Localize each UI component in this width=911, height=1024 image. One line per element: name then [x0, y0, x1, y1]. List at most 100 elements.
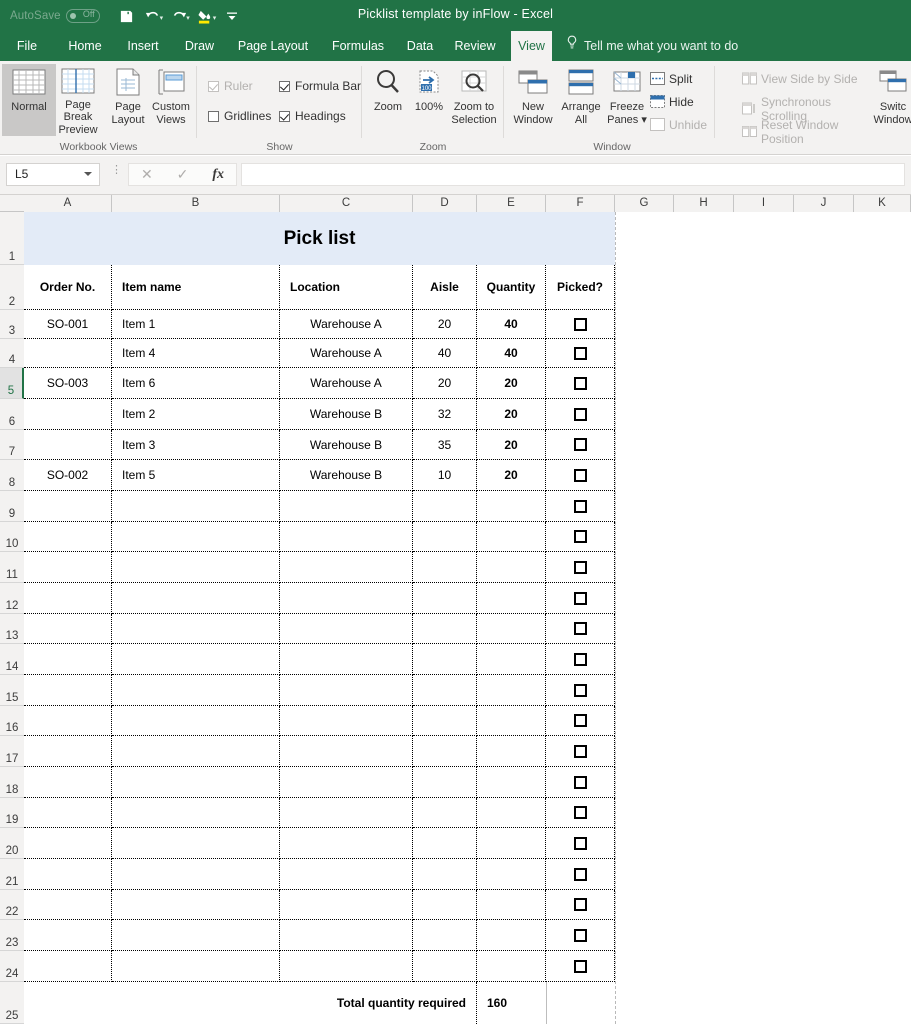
tab-insert[interactable]: Insert: [120, 31, 166, 61]
row-header-13[interactable]: 13: [0, 614, 24, 644]
cell-d5-aisle[interactable]: 20: [413, 368, 477, 399]
page-layout-button[interactable]: PageLayout: [106, 64, 150, 136]
cell-c10-location[interactable]: [280, 522, 413, 552]
picked-checkbox-icon[interactable]: [574, 960, 587, 973]
tab-data[interactable]: Data: [400, 31, 440, 61]
cell-a5-order[interactable]: SO-003: [24, 368, 112, 399]
cell-f5-picked[interactable]: [546, 368, 615, 399]
cell-header-order-no[interactable]: Order No.: [24, 265, 112, 310]
tab-home[interactable]: Home: [61, 31, 109, 61]
row-header-23[interactable]: 23: [0, 920, 24, 951]
column-header-k[interactable]: K: [854, 195, 911, 212]
cell-e7-qty[interactable]: 20: [477, 430, 546, 460]
cell-header-location[interactable]: Location: [280, 265, 413, 310]
cell-e3-qty[interactable]: 40: [477, 310, 546, 339]
row-header-24[interactable]: 24: [0, 951, 24, 982]
row-header-10[interactable]: 10: [0, 522, 24, 552]
picked-checkbox-icon[interactable]: [574, 806, 587, 819]
cell-f21-picked[interactable]: [546, 859, 615, 890]
row-header-21[interactable]: 21: [0, 859, 24, 890]
picked-checkbox-icon[interactable]: [574, 745, 587, 758]
cell-f18-picked[interactable]: [546, 767, 615, 798]
cell-c9-location[interactable]: [280, 491, 413, 522]
cell-f3-picked[interactable]: [546, 310, 615, 339]
gridlines-checkbox-row[interactable]: Gridlines: [208, 109, 271, 123]
tab-review[interactable]: Review: [447, 31, 503, 61]
cell-d4-aisle[interactable]: 40: [413, 339, 477, 368]
cell-f16-picked[interactable]: [546, 706, 615, 736]
page-break-preview-button[interactable]: Page BreakPreview: [50, 64, 106, 136]
cell-d9-aisle[interactable]: [413, 491, 477, 522]
picked-checkbox-icon[interactable]: [574, 653, 587, 666]
cell-e8-qty[interactable]: 20: [477, 460, 546, 491]
name-box[interactable]: L5: [6, 163, 100, 186]
cell-e22-qty[interactable]: [477, 890, 546, 920]
hide-button[interactable]: Hide: [650, 95, 694, 109]
cell-b7-item[interactable]: Item 3: [112, 430, 280, 460]
cell-d3-aisle[interactable]: 20: [413, 310, 477, 339]
cell-c14-location[interactable]: [280, 644, 413, 675]
cell-e12-qty[interactable]: [477, 583, 546, 614]
cell-b20-item[interactable]: [112, 828, 280, 859]
column-header-g[interactable]: G: [615, 195, 674, 212]
cell-d17-aisle[interactable]: [413, 736, 477, 767]
picked-checkbox-icon[interactable]: [574, 500, 587, 513]
row-header-11[interactable]: 11: [0, 552, 24, 583]
column-header-h[interactable]: H: [674, 195, 734, 212]
cell-e20-qty[interactable]: [477, 828, 546, 859]
cell-b12-item[interactable]: [112, 583, 280, 614]
cell-d24-aisle[interactable]: [413, 951, 477, 982]
picked-checkbox-icon[interactable]: [574, 622, 587, 635]
cell-a8-order[interactable]: SO-002: [24, 460, 112, 491]
cell-d18-aisle[interactable]: [413, 767, 477, 798]
headings-checkbox-row[interactable]: Headings: [279, 109, 346, 123]
column-header-a[interactable]: A: [24, 195, 112, 212]
cell-e4-qty[interactable]: 40: [477, 339, 546, 368]
picked-checkbox-icon[interactable]: [574, 318, 587, 331]
cell-e24-qty[interactable]: [477, 951, 546, 982]
cell-d7-aisle[interactable]: 35: [413, 430, 477, 460]
cell-d22-aisle[interactable]: [413, 890, 477, 920]
cell-b17-item[interactable]: [112, 736, 280, 767]
picked-checkbox-icon[interactable]: [574, 837, 587, 850]
row-header-7[interactable]: 7: [0, 430, 24, 460]
row-header-18[interactable]: 18: [0, 767, 24, 798]
cell-b4-item[interactable]: Item 4: [112, 339, 280, 368]
cell-f9-picked[interactable]: [546, 491, 615, 522]
row-header-25[interactable]: 25: [0, 982, 24, 1024]
freeze-panes-button[interactable]: FreezePanes ▾: [604, 64, 650, 136]
column-header-c[interactable]: C: [280, 195, 413, 212]
cell-a21-order[interactable]: [24, 859, 112, 890]
cell-a11-order[interactable]: [24, 552, 112, 583]
tab-draw[interactable]: Draw: [177, 31, 222, 61]
custom-views-button[interactable]: CustomViews: [148, 64, 194, 136]
column-header-e[interactable]: E: [477, 195, 546, 212]
tab-page-layout[interactable]: Page Layout: [231, 31, 315, 61]
cell-d19-aisle[interactable]: [413, 798, 477, 828]
cell-f24-picked[interactable]: [546, 951, 615, 982]
cell-f14-picked[interactable]: [546, 644, 615, 675]
tab-file[interactable]: File: [10, 31, 44, 61]
picked-checkbox-icon[interactable]: [574, 898, 587, 911]
formula-bar-handle[interactable]: ⋮: [111, 167, 122, 174]
picked-checkbox-icon[interactable]: [574, 530, 587, 543]
cell-title-pick-list[interactable]: Pick list: [24, 212, 615, 265]
cell-e17-qty[interactable]: [477, 736, 546, 767]
cell-d14-aisle[interactable]: [413, 644, 477, 675]
picked-checkbox-icon[interactable]: [574, 592, 587, 605]
cell-d20-aisle[interactable]: [413, 828, 477, 859]
row-header-19[interactable]: 19: [0, 798, 24, 828]
zoom-100-button[interactable]: 100 100%: [410, 64, 448, 136]
cell-header-aisle[interactable]: Aisle: [413, 265, 477, 310]
column-header-j[interactable]: J: [794, 195, 854, 212]
formula-bar-checkbox-row[interactable]: Formula Bar: [279, 79, 361, 93]
cell-a24-order[interactable]: [24, 951, 112, 982]
cell-a12-order[interactable]: [24, 583, 112, 614]
cell-c4-location[interactable]: Warehouse A: [280, 339, 413, 368]
cell-f17-picked[interactable]: [546, 736, 615, 767]
row-header-22[interactable]: 22: [0, 890, 24, 920]
picked-checkbox-icon[interactable]: [574, 684, 587, 697]
column-header-b[interactable]: B: [112, 195, 280, 212]
cell-b9-item[interactable]: [112, 491, 280, 522]
zoom-button[interactable]: Zoom: [366, 64, 410, 136]
